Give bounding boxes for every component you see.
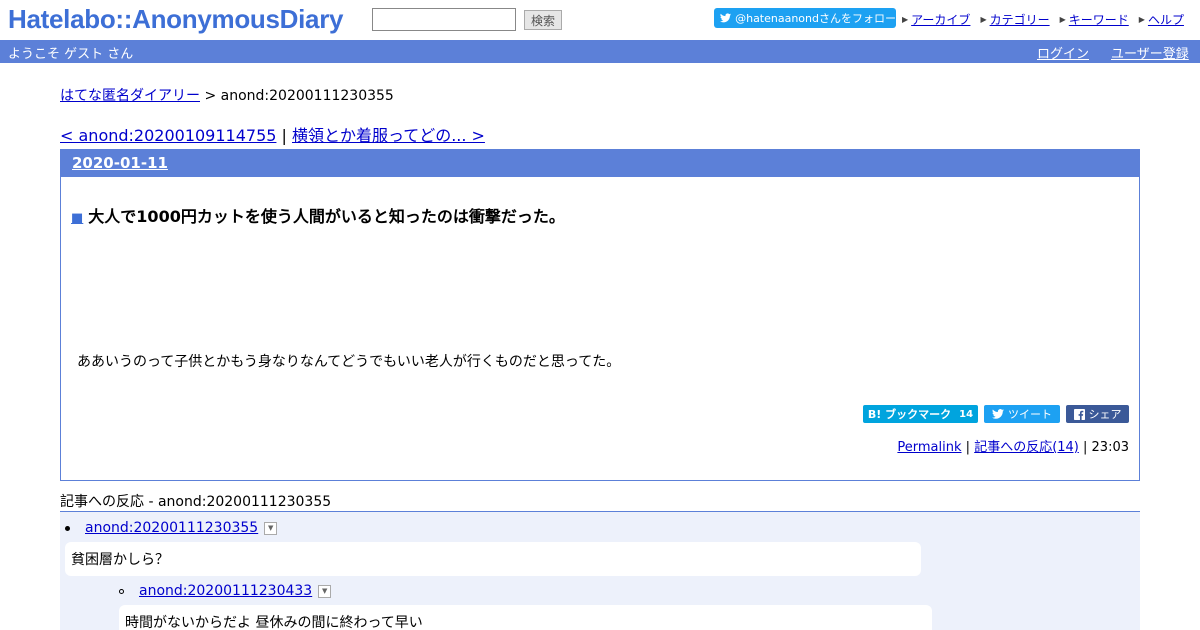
- footer-separator: |: [961, 440, 975, 455]
- reaction-body: 貧困層かしら？: [65, 542, 921, 576]
- day-date[interactable]: 2020-01-11: [72, 154, 168, 172]
- site-logo[interactable]: Hatelabo::AnonymousDiary: [8, 4, 343, 35]
- top-nav: ▶ アーカイブ ▶ カテゴリー ▶ キーワード ▶ ヘルプ: [902, 11, 1184, 28]
- day-header: 2020-01-11: [61, 150, 1139, 177]
- nav-archive-link[interactable]: アーカイブ: [911, 11, 970, 28]
- nav-archive: ▶ アーカイブ: [902, 11, 970, 28]
- reactions-link[interactable]: 記事への反応(14): [974, 440, 1079, 455]
- entry-time: 23:03: [1091, 440, 1129, 455]
- search-input[interactable]: [372, 8, 516, 31]
- tweet-button[interactable]: ツイート: [984, 405, 1060, 423]
- entry-title: ■ 大人で1000円カットを使う人間がいると知ったのは衝撃だった。: [71, 203, 565, 227]
- article-nav: < anond:20200109114755 | 横領とか着服ってどの... >: [60, 122, 485, 146]
- dropdown-toggle-icon[interactable]: ▼: [264, 521, 278, 535]
- welcome-text: ようこそ ゲスト さん: [8, 47, 134, 62]
- entry-mark-link[interactable]: ■: [71, 211, 83, 226]
- day-section: 2020-01-11 ■ 大人で1000円カットを使う人間がいると知ったのは衝撃だ…: [60, 149, 1140, 481]
- welcome-bar: ようこそ ゲスト さん ログイン ユーザー登録: [0, 40, 1200, 63]
- breadcrumb-current: anond:20200111230355: [220, 88, 394, 104]
- share-buttons: B! ブックマーク 14 ツイート シェア: [857, 405, 1129, 423]
- search-button[interactable]: 検索: [524, 10, 562, 30]
- entry-title-text: 大人で1000円カットを使う人間がいると知ったのは衝撃だった。: [88, 207, 565, 226]
- chevron-right-icon: ▶: [980, 15, 987, 24]
- breadcrumb-separator: >: [200, 88, 221, 104]
- list-item: anond:20200111230433 ▼: [119, 583, 332, 599]
- facebook-icon: [1073, 408, 1085, 420]
- list-item: anond:20200111230355 ▼: [65, 520, 278, 536]
- permalink-link[interactable]: Permalink: [897, 440, 961, 455]
- chevron-right-icon: ▶: [1138, 15, 1145, 24]
- register-link[interactable]: ユーザー登録: [1111, 43, 1189, 62]
- prev-article-link[interactable]: < anond:20200109114755: [60, 126, 276, 145]
- footer-separator: |: [1078, 440, 1092, 455]
- login-link[interactable]: ログイン: [1037, 43, 1089, 62]
- bullet-icon: [119, 588, 124, 594]
- twitter-follow-button[interactable]: @hatenaanondさんをフォロー: [714, 8, 896, 28]
- chevron-right-icon: ▶: [1059, 15, 1066, 24]
- nav-help-link[interactable]: ヘルプ: [1148, 11, 1184, 28]
- reactions-list: anond:20200111230355 ▼ 貧困層かしら？ anond:202…: [60, 511, 1140, 630]
- breadcrumb-home-link[interactable]: はてな匿名ダイアリー: [60, 88, 200, 104]
- breadcrumb: はてな匿名ダイアリー > anond:20200111230355: [60, 85, 394, 105]
- twitter-bird-icon: [992, 409, 1004, 419]
- nav-keyword: ▶ キーワード: [1060, 11, 1129, 28]
- reaction-body: 時間がないからだよ 昼休みの間に終わって早い: [119, 605, 932, 630]
- article-nav-separator: |: [276, 126, 292, 145]
- chevron-right-icon: ▶: [902, 15, 909, 24]
- twitter-bird-icon: [720, 13, 732, 23]
- bookmark-label: B! ブックマーク: [867, 408, 952, 421]
- next-article-link[interactable]: 横領とか着服ってどの... >: [292, 126, 485, 145]
- entry-body: ああいうのって子供とかもう身なりなんてどうでもいい老人が行くものだと思ってた。: [77, 354, 621, 370]
- reactions-title: 記事への反応 - anond:20200111230355: [60, 494, 332, 510]
- reaction-link[interactable]: anond:20200111230355: [85, 520, 258, 536]
- bullet-icon: [65, 525, 70, 531]
- follow-label: @hatenaanondさんをフォロー: [735, 12, 896, 25]
- tweet-label: ツイート: [1008, 408, 1052, 421]
- bookmark-count: 14: [959, 408, 974, 420]
- reaction-link[interactable]: anond:20200111230433: [139, 583, 312, 599]
- nav-help: ▶ ヘルプ: [1139, 11, 1184, 28]
- nav-keyword-link[interactable]: キーワード: [1069, 11, 1129, 28]
- dropdown-toggle-icon[interactable]: ▼: [318, 584, 332, 598]
- nav-category-link[interactable]: カテゴリー: [990, 11, 1050, 28]
- hatena-bookmark-button[interactable]: B! ブックマーク 14: [863, 405, 978, 423]
- share-label: シェア: [1088, 408, 1122, 421]
- facebook-share-button[interactable]: シェア: [1066, 405, 1129, 423]
- entry-footer: Permalink | 記事への反応(14) | 23:03: [897, 436, 1129, 455]
- site-header: Hatelabo::AnonymousDiary 検索 @hatenaanond…: [0, 0, 1200, 40]
- nav-category: ▶ カテゴリー: [980, 11, 1049, 28]
